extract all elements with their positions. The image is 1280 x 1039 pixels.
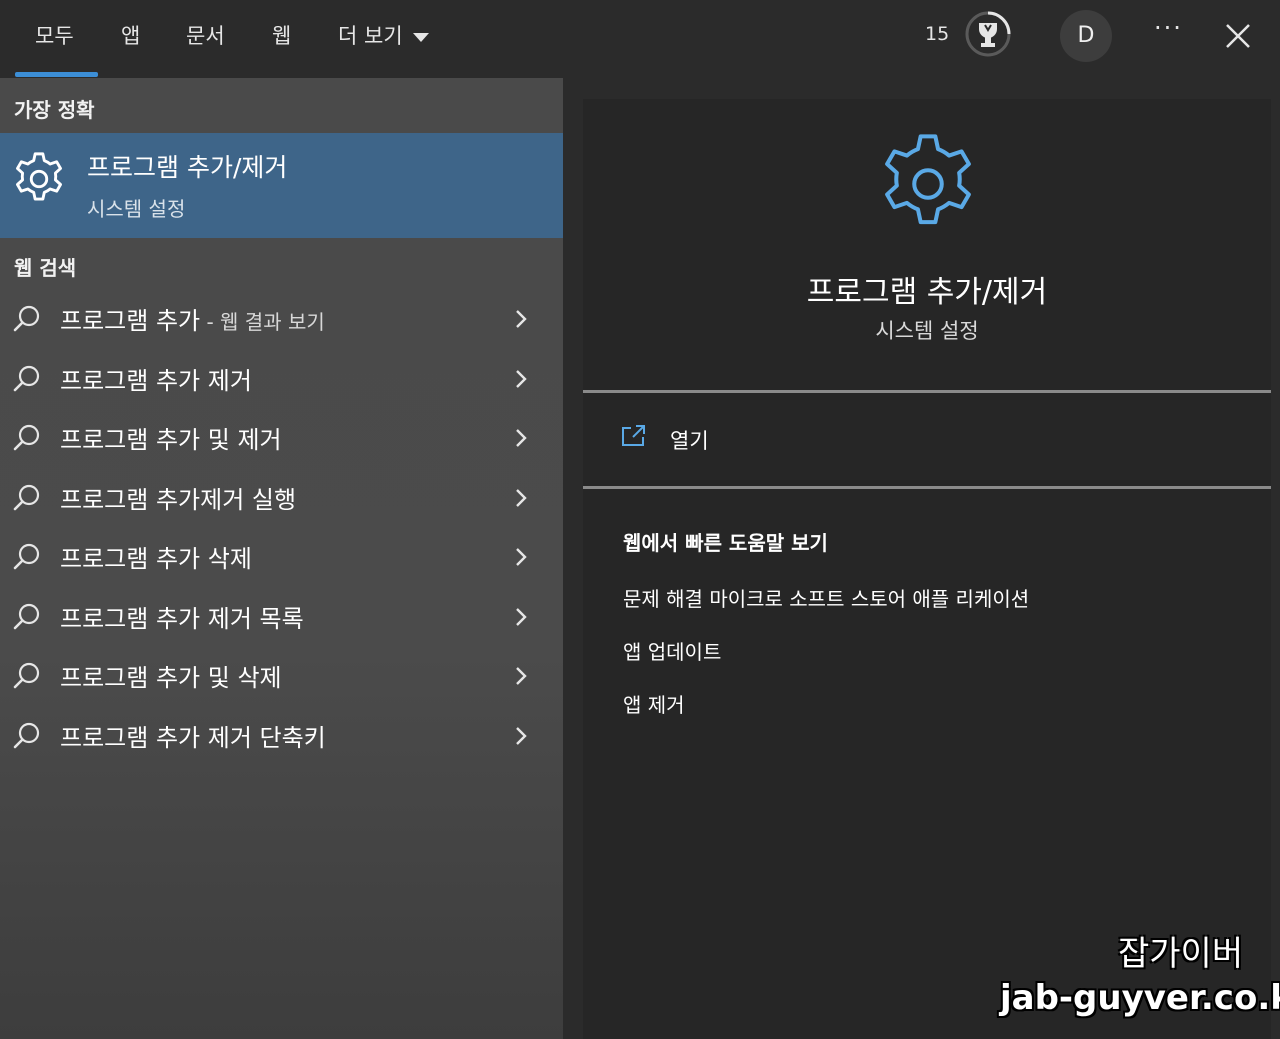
preview-title: 프로그램 추가/제거: [806, 275, 1048, 310]
web-search-item[interactable]: 프로그램 추가 및 제거: [0, 410, 563, 468]
watermark-title: 잡가이버: [1118, 934, 1244, 974]
best-match-title: 프로그램 추가/제거: [87, 153, 288, 182]
best-match-subtitle: 시스템 설정: [87, 197, 186, 221]
tab-apps[interactable]: 앱: [121, 20, 140, 50]
best-match-result[interactable]: 프로그램 추가/제거 시스템 설정: [0, 133, 563, 238]
chevron-right-icon: [516, 727, 527, 745]
search-icon: [13, 365, 40, 392]
web-search-item[interactable]: 프로그램 추가 - 웹 결과 보기: [0, 291, 563, 349]
web-search-item[interactable]: 프로그램 추가 및 삭제: [0, 648, 563, 706]
tab-all[interactable]: 모두: [35, 20, 74, 50]
settings-gear-icon: [885, 134, 971, 225]
close-icon[interactable]: [1222, 20, 1254, 52]
web-search-item-query: 프로그램 추가 제거: [60, 367, 252, 395]
web-search-item[interactable]: 프로그램 추가 제거 목록: [0, 589, 563, 647]
web-search-item-query: 프로그램 추가 및 삭제: [60, 664, 282, 692]
web-search-item-query: 프로그램 추가 제거 목록: [60, 605, 304, 633]
search-icon: [13, 603, 40, 630]
search-top-bar: 모두 앱 문서 웹 더 보기 15 D ···: [0, 0, 1280, 78]
best-match-heading: 가장 정확: [14, 98, 95, 122]
web-search-item-suffix: - 웹 결과 보기: [200, 310, 325, 334]
web-search-item-label: 프로그램 추가 및 삭제: [60, 658, 282, 693]
user-avatar[interactable]: D: [1060, 10, 1112, 62]
open-external-icon: [622, 425, 645, 446]
caret-down-icon: [412, 32, 429, 42]
search-icon: [13, 484, 40, 511]
tab-documents[interactable]: 문서: [186, 20, 225, 50]
chevron-right-icon: [516, 548, 527, 566]
divider: [583, 486, 1271, 489]
web-search-item-query: 프로그램 추가 제거 단축키: [60, 724, 326, 752]
search-icon: [13, 662, 40, 689]
web-search-item-label: 프로그램 추가 및 제거: [60, 420, 282, 455]
chevron-right-icon: [516, 608, 527, 626]
rewards-trophy-icon[interactable]: [964, 10, 1012, 58]
active-tab-indicator: [15, 72, 98, 77]
web-search-item-query: 프로그램 추가제거 실행: [60, 486, 297, 514]
tab-web[interactable]: 웹: [272, 20, 291, 50]
web-search-item[interactable]: 프로그램 추가 삭제: [0, 529, 563, 587]
chevron-right-icon: [516, 429, 527, 447]
help-link-app-update[interactable]: 앱 업데이트: [623, 636, 721, 665]
web-search-item[interactable]: 프로그램 추가제거 실행: [0, 470, 563, 528]
search-icon: [13, 424, 40, 451]
web-search-heading: 웹 검색: [14, 256, 77, 280]
web-search-item-label: 프로그램 추가 - 웹 결과 보기: [60, 301, 325, 336]
help-link-troubleshoot[interactable]: 문제 해결 마이크로 소프트 스토어 애플 리케이션: [623, 583, 1029, 612]
chevron-right-icon: [516, 370, 527, 388]
web-search-item-query: 프로그램 추가: [60, 307, 201, 335]
divider: [583, 390, 1271, 393]
search-icon: [13, 305, 40, 332]
open-label: 열기: [670, 429, 709, 453]
web-search-item[interactable]: 프로그램 추가 제거 단축키: [0, 708, 563, 766]
preview-subtitle: 시스템 설정: [875, 319, 979, 343]
help-link-app-remove[interactable]: 앱 제거: [623, 689, 685, 718]
chevron-right-icon: [516, 667, 527, 685]
settings-gear-icon: [15, 152, 63, 201]
preview-pane: 프로그램 추가/제거 시스템 설정 열기 웹에서 빠른 도움말 보기 문제 해결…: [583, 99, 1271, 1039]
web-search-item[interactable]: 프로그램 추가 제거: [0, 351, 563, 409]
quick-help-heading: 웹에서 빠른 도움말 보기: [623, 531, 828, 555]
tab-more[interactable]: 더 보기: [338, 20, 429, 50]
search-icon: [13, 543, 40, 570]
web-search-item-query: 프로그램 추가 및 제거: [60, 426, 282, 454]
web-search-item-label: 프로그램 추가 제거 단축키: [60, 718, 326, 753]
search-icon: [13, 722, 40, 749]
web-search-item-label: 프로그램 추가 제거 목록: [60, 599, 304, 634]
web-search-item-query: 프로그램 추가 삭제: [60, 545, 252, 573]
web-search-item-label: 프로그램 추가 삭제: [60, 539, 252, 574]
open-action[interactable]: 열기: [583, 409, 1271, 469]
results-pane: 가장 정확 프로그램 추가/제거 시스템 설정 웹 검색 프로그램 추가 - 웹…: [0, 78, 563, 1039]
tab-more-label: 더 보기: [338, 24, 403, 48]
web-search-item-label: 프로그램 추가제거 실행: [60, 480, 296, 515]
web-search-item-label: 프로그램 추가 제거: [60, 361, 252, 396]
chevron-right-icon: [516, 489, 527, 507]
rewards-points: 15: [925, 23, 950, 45]
more-options-icon[interactable]: ···: [1154, 14, 1183, 42]
chevron-right-icon: [516, 310, 527, 328]
watermark-url: jab-guyver.co.kr: [1000, 978, 1280, 1018]
